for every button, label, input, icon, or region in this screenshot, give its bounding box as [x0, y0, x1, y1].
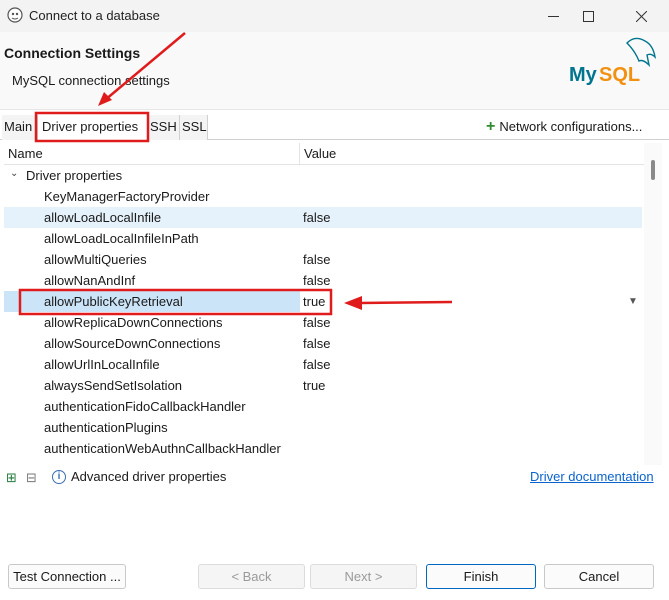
column-divider	[299, 143, 300, 165]
mysql-logo: My SQL	[569, 37, 657, 86]
table-toolbar: ⊞ ⊟ i Advanced driver properties Driver …	[0, 465, 669, 489]
property-name: allowPublicKeyRetrieval	[44, 294, 183, 309]
cancel-button[interactable]: Cancel	[544, 564, 654, 589]
page-subtitle: MySQL connection settings	[12, 73, 170, 88]
page-title: Connection Settings	[4, 45, 141, 61]
table-row[interactable]: allowMultiQueries false	[4, 249, 642, 270]
property-value[interactable]: true	[303, 378, 325, 393]
driver-properties-table: Name Value ⌄ Driver properties KeyManage…	[4, 143, 644, 465]
property-value[interactable]: false	[303, 252, 330, 267]
driver-documentation-link[interactable]: Driver documentation	[530, 469, 654, 484]
property-value-editor[interactable]: true	[303, 294, 325, 309]
network-configurations-label: Network configurations...	[499, 119, 643, 134]
title-bar: Connect to a database	[0, 0, 669, 32]
property-name: allowLoadLocalInfileInPath	[44, 231, 199, 246]
table-row[interactable]: KeyManagerFactoryProvider	[4, 186, 642, 207]
property-name: authenticationFidoCallbackHandler	[44, 399, 246, 414]
finish-button[interactable]: Finish	[426, 564, 536, 589]
property-value[interactable]: false	[303, 315, 330, 330]
next-button[interactable]: Next >	[310, 564, 417, 589]
dialog-footer: Test Connection ... < Back Next > Finish…	[0, 555, 669, 600]
connection-settings-header: Connection Settings MySQL connection set…	[0, 32, 669, 110]
tab-ssl[interactable]: SSL	[180, 115, 208, 140]
table-row-selected[interactable]: allowPublicKeyRetrieval true ▼	[4, 291, 642, 312]
maximize-button[interactable]	[565, 0, 611, 32]
table-row[interactable]: allowSourceDownConnections false	[4, 333, 642, 354]
minimize-icon	[547, 15, 559, 17]
property-name: alwaysSendSetIsolation	[44, 378, 183, 393]
property-name: KeyManagerFactoryProvider	[44, 189, 210, 204]
table-row[interactable]: authenticationPlugins	[4, 417, 642, 438]
property-value[interactable]: false	[303, 273, 330, 288]
property-name: allowLoadLocalInfile	[44, 210, 162, 225]
close-button[interactable]	[618, 0, 664, 32]
chevron-down-icon[interactable]: ⌄	[10, 168, 18, 179]
property-name: allowSourceDownConnections	[44, 336, 221, 351]
svg-text:My: My	[569, 64, 598, 86]
tab-bar: Main Driver properties SSH SSL + Network …	[0, 115, 669, 140]
table-row[interactable]: allowUrlInLocalInfile false	[4, 354, 642, 375]
test-connection-button[interactable]: Test Connection ...	[8, 564, 126, 589]
maximize-icon	[582, 10, 594, 22]
window-title: Connect to a database	[29, 8, 160, 23]
dropdown-arrow-icon[interactable]: ▼	[628, 296, 638, 307]
table-row[interactable]: allowReplicaDownConnections false	[4, 312, 642, 333]
table-row[interactable]: allowLoadLocalInfile false	[4, 207, 642, 228]
column-header-value[interactable]: Value	[304, 146, 336, 161]
table-row[interactable]: authenticationFidoCallbackHandler	[4, 396, 642, 417]
table-row[interactable]: authenticationWebAuthnCallbackHandler	[4, 438, 642, 459]
table-row[interactable]: allowNanAndInf false	[4, 270, 642, 291]
group-label: Driver properties	[26, 168, 123, 183]
table-row[interactable]: alwaysSendSetIsolation true	[4, 375, 642, 396]
property-name: allowReplicaDownConnections	[44, 315, 223, 330]
close-icon	[635, 10, 647, 22]
back-button[interactable]: < Back	[198, 564, 305, 589]
plus-icon: +	[486, 118, 496, 135]
column-header-name[interactable]: Name	[8, 146, 43, 161]
collapse-all-icon[interactable]: ⊟	[26, 470, 37, 486]
value-editor[interactable]	[300, 291, 642, 312]
property-name: allowUrlInLocalInfile	[44, 357, 160, 372]
dbeaver-icon	[7, 7, 23, 23]
scrollbar-thumb[interactable]	[651, 160, 655, 180]
tab-main[interactable]: Main	[2, 115, 38, 140]
property-name: authenticationPlugins	[44, 420, 168, 435]
tab-ssh[interactable]: SSH	[148, 115, 180, 140]
info-icon: i	[52, 470, 66, 484]
property-name: allowNanAndInf	[44, 273, 136, 288]
advanced-driver-properties-label: Advanced driver properties	[71, 469, 227, 484]
table-header: Name Value	[4, 143, 644, 165]
property-value[interactable]: false	[303, 336, 330, 351]
table-row[interactable]: allowLoadLocalInfileInPath	[4, 228, 642, 249]
expand-all-icon[interactable]: ⊞	[6, 470, 17, 486]
property-value[interactable]: false	[303, 210, 330, 225]
svg-text:SQL: SQL	[599, 64, 640, 86]
property-name: allowMultiQueries	[44, 252, 147, 267]
vertical-scrollbar[interactable]	[644, 143, 662, 465]
property-value[interactable]: false	[303, 357, 330, 372]
group-row-driver-properties[interactable]: ⌄ Driver properties	[4, 165, 644, 186]
tab-driver-properties[interactable]: Driver properties	[38, 115, 148, 140]
network-configurations-button[interactable]: + Network configurations...	[486, 115, 642, 140]
property-name: authenticationWebAuthnCallbackHandler	[44, 441, 281, 456]
